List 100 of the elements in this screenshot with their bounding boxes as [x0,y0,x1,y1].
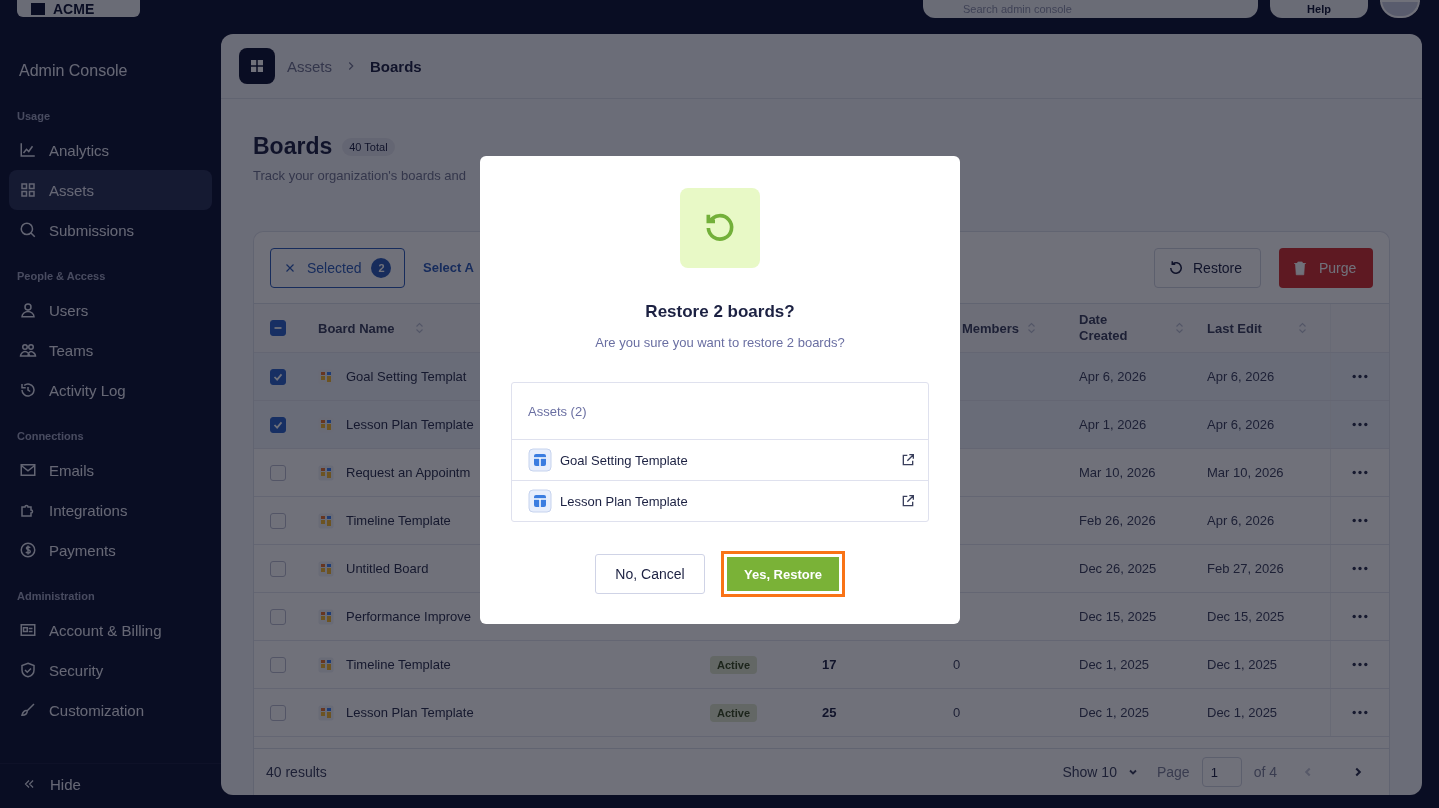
more-icon[interactable] [1351,710,1369,715]
table-cell: Mar 10, 2026 [1207,465,1284,480]
row-checkbox[interactable] [270,512,286,529]
table-cell: 0 [953,657,961,672]
board-name[interactable]: Request an Appointm [346,465,471,480]
select-all-link[interactable]: Select A [423,260,474,275]
sidebar-heading: Connections [16,429,85,444]
total-badge: 40 Total [342,137,395,156]
sidebar-item[interactable]: Activity Log [9,370,212,410]
board-name[interactable]: Lesson Plan Template [346,417,474,432]
board-name[interactable]: Timeline Template [346,657,451,672]
row-checkbox[interactable] [270,416,286,433]
status-badge: Active [710,655,758,674]
asset-name: Lesson Plan Template [560,493,689,509]
avatar-icon[interactable] [1380,0,1420,18]
column-header[interactable]: Date Created [1079,312,1139,344]
sidebar-item[interactable]: Account & Billing [9,610,212,650]
more-icon[interactable] [1351,614,1369,619]
column-header[interactable]: Board Name [318,320,395,336]
board-name[interactable]: Untitled Board [346,561,429,576]
board-icon [528,448,552,472]
status-badge: Active [710,703,758,722]
dialog-message: Are you sure you want to restore 2 boards? [595,335,845,350]
column-header[interactable]: Last Edit [1207,320,1262,336]
more-icon[interactable] [1351,422,1369,427]
row-checkbox[interactable] [270,704,286,721]
board-name[interactable]: Performance Improve [346,609,471,624]
brush-icon [19,701,37,719]
table-cell: Feb 26, 2026 [1079,513,1156,528]
table-cell: 25 [822,705,837,720]
table-cell: Apr 6, 2026 [1207,369,1275,384]
more-icon[interactable] [1351,374,1369,379]
purge-button[interactable]: Purge [1279,247,1373,288]
more-icon[interactable] [1351,470,1369,475]
confirm-button[interactable]: Yes, Restore [721,551,845,597]
board-icon [318,512,334,529]
external-link-icon[interactable] [900,493,916,509]
row-checkbox[interactable] [270,608,286,625]
restore-button[interactable]: Restore [1154,247,1261,288]
column-header[interactable]: Members [962,320,1020,336]
trash-icon [1291,258,1309,277]
page-input[interactable]: 1 [1201,757,1242,787]
board-icon [318,608,334,625]
table-cell: Dec 15, 2025 [1079,609,1157,624]
page-subtitle: Track your organization's boards and [253,168,467,183]
id-card-icon [19,621,37,639]
sidebar-heading: Usage [16,109,52,124]
search-icon [19,221,37,239]
sort-icon[interactable] [1027,321,1037,335]
sidebar-item[interactable]: Analytics [9,130,212,170]
sidebar-item[interactable]: Emails [9,450,212,490]
sidebar-title: Admin Console [18,61,129,81]
hide-sidebar-button[interactable]: Hide [0,763,221,804]
table-cell: Dec 1, 2025 [1079,705,1150,720]
sidebar-item[interactable]: Submissions [9,210,212,250]
sidebar-item[interactable]: Integrations [9,490,212,530]
sidebar-item[interactable]: Payments [9,530,212,570]
row-checkbox[interactable] [270,656,286,673]
more-icon[interactable] [1351,566,1369,571]
results-count: 40 results [266,764,327,780]
more-icon[interactable] [1351,518,1369,523]
sidebar-item[interactable]: Assets [9,170,212,210]
grid-icon [19,181,37,199]
sidebar-item[interactable]: Teams [9,330,212,370]
assets-heading: Assets (2) [512,383,928,440]
row-checkbox[interactable] [270,368,286,385]
board-name[interactable]: Timeline Template [346,513,451,528]
row-checkbox[interactable] [270,464,286,481]
sidebar-item[interactable]: Users [9,290,212,330]
select-all-checkbox[interactable] [270,320,286,336]
chart-icon [19,141,37,159]
table-cell: Dec 1, 2025 [1079,657,1150,672]
dollar-icon [19,541,37,559]
sort-icon[interactable] [1297,321,1307,335]
table-cell: Apr 1, 2026 [1079,417,1147,432]
table-cell: Apr 6, 2026 [1207,417,1275,432]
cancel-button[interactable]: No, Cancel [595,554,705,594]
table-cell: 0 [953,705,961,720]
page-size-dropdown[interactable]: Show 10 [1056,763,1145,781]
users-icon [19,341,37,359]
logo[interactable]: ACME [17,0,140,17]
external-link-icon[interactable] [900,452,916,468]
restore-icon [1167,258,1185,277]
row-checkbox[interactable] [270,560,286,577]
table-cell: Dec 15, 2025 [1207,609,1285,624]
board-icon [318,656,334,673]
board-name[interactable]: Lesson Plan Template [346,705,474,720]
user-icon [19,301,37,319]
more-icon[interactable] [1351,662,1369,667]
help-button[interactable]: Help [1270,0,1368,18]
board-name[interactable]: Goal Setting Templat [346,369,467,384]
sidebar-item[interactable]: Customization [9,690,212,730]
selected-filter-button[interactable]: Selected 2 [270,247,405,288]
breadcrumb-link[interactable]: Assets [287,57,332,75]
sort-icon[interactable] [414,321,424,335]
table-cell: Dec 1, 2025 [1207,657,1278,672]
sidebar-item[interactable]: Security [9,650,212,690]
sort-icon[interactable] [1175,321,1184,335]
double-chevron-icon [22,777,36,791]
count-badge: 2 [371,257,392,278]
